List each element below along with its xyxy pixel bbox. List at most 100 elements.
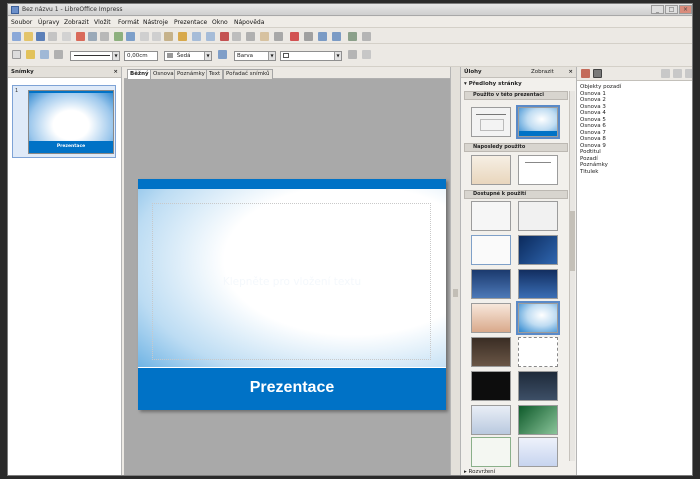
autospellcheck-icon[interactable] — [126, 32, 135, 41]
line-color-dropdown[interactable]: Šedá ▼ — [164, 51, 212, 61]
master-page-available-9[interactable] — [471, 337, 511, 367]
master-page-available-10[interactable] — [518, 337, 558, 367]
help-icon[interactable] — [348, 32, 357, 41]
master-page-available-15[interactable] — [471, 437, 511, 467]
toolbar-options-icon[interactable] — [362, 50, 371, 59]
navigator-item[interactable]: Objekty pozadí — [580, 84, 621, 91]
master-page-available-14[interactable] — [518, 405, 558, 435]
tasks-view-menu[interactable]: Zobrazit — [531, 69, 554, 75]
display-grid-icon[interactable] — [246, 32, 255, 41]
navigator-item[interactable]: Titulek — [580, 169, 621, 176]
master-page-available-6[interactable] — [518, 269, 558, 299]
previous-slide-icon[interactable] — [673, 69, 682, 78]
master-page-available-4[interactable] — [518, 235, 558, 265]
scroll-thumb[interactable] — [453, 289, 458, 297]
slide-layout-icon[interactable] — [318, 32, 327, 41]
select-icon[interactable] — [12, 50, 21, 59]
master-page-default[interactable] — [471, 107, 511, 137]
slide-design-icon[interactable] — [332, 32, 341, 41]
redo-icon[interactable] — [206, 32, 215, 41]
menu-insert[interactable]: Vložit — [94, 19, 111, 26]
tab-normal[interactable]: Běžný — [127, 69, 152, 79]
print-preview-icon[interactable] — [100, 32, 109, 41]
minimize-button[interactable]: _ — [651, 5, 664, 14]
first-slide-icon[interactable] — [661, 69, 670, 78]
slideshow-icon[interactable] — [290, 32, 299, 41]
cut-icon[interactable] — [140, 32, 149, 41]
close-slides-pane-button[interactable]: × — [113, 69, 118, 75]
master-page-available-13[interactable] — [471, 405, 511, 435]
master-page-available-11[interactable] — [471, 371, 511, 401]
shadow-icon[interactable] — [348, 50, 357, 59]
menu-slideshow[interactable]: Prezentace — [174, 19, 207, 26]
fill-type-dropdown[interactable]: Barva ▼ — [234, 51, 276, 61]
open-folder-icon[interactable] — [24, 32, 33, 41]
menu-file[interactable]: Soubor — [11, 19, 32, 26]
available-section-header[interactable]: Dostupné k použití — [464, 190, 568, 199]
spellcheck-icon[interactable] — [114, 32, 123, 41]
close-tasks-pane-button[interactable]: × — [568, 69, 573, 75]
master-page-available-8[interactable] — [516, 301, 560, 335]
tab-outline[interactable]: Osnova — [150, 69, 177, 79]
master-page-available-12[interactable] — [518, 371, 558, 401]
line-color-value: Šedá — [176, 53, 191, 59]
master-page-recent-1[interactable] — [471, 155, 511, 185]
slides-pane: Snímky × 1 Prezentace — [8, 67, 122, 475]
next-slide-icon[interactable] — [685, 69, 692, 78]
styles-icon[interactable] — [26, 50, 35, 59]
new-document-icon[interactable] — [12, 32, 21, 41]
save-icon[interactable] — [36, 32, 45, 41]
close-window-button[interactable]: × — [679, 5, 692, 14]
master-page-recent-2[interactable] — [518, 155, 558, 185]
print-icon[interactable] — [88, 32, 97, 41]
tasks-pane-scrollbar[interactable] — [569, 91, 575, 461]
slide-icon[interactable] — [304, 32, 313, 41]
editor-vertical-scrollbar[interactable] — [450, 67, 460, 475]
menu-view[interactable]: Zobrazit — [64, 19, 89, 26]
undo-icon[interactable] — [192, 32, 201, 41]
toolbar-options-icon[interactable] — [362, 32, 371, 41]
master-page-available-16[interactable] — [518, 437, 558, 467]
navigator-shapes-icon[interactable] — [593, 69, 602, 78]
master-page-available-3[interactable] — [471, 235, 511, 265]
slide-thumbnail-1[interactable]: 1 Prezentace — [12, 85, 116, 158]
slide-title[interactable]: Prezentace — [138, 368, 446, 410]
chart-icon[interactable] — [220, 32, 229, 41]
email-icon[interactable] — [48, 32, 57, 41]
tab-slide-sorter[interactable]: Pořadač snímků — [223, 69, 273, 79]
master-page-available-7[interactable] — [471, 303, 511, 333]
navigator-drag-icon[interactable] — [581, 69, 590, 78]
export-pdf-icon[interactable] — [76, 32, 85, 41]
table-icon[interactable] — [232, 32, 241, 41]
layouts-section-header[interactable]: ▸ Rozvržení — [464, 469, 495, 475]
used-section-header[interactable]: Použito v této prezentaci — [464, 91, 568, 100]
menu-help[interactable]: Nápověda — [234, 19, 264, 26]
menu-format[interactable]: Formát — [118, 19, 139, 26]
line-icon[interactable] — [40, 50, 49, 59]
master-page-available-1[interactable] — [471, 201, 511, 231]
navigator-icon[interactable] — [260, 32, 269, 41]
tasks-scroll-thumb[interactable] — [570, 211, 575, 271]
clone-format-icon[interactable] — [178, 32, 187, 41]
tab-handout[interactable]: Text — [206, 69, 224, 79]
edit-file-icon[interactable] — [62, 32, 71, 41]
master-page-used-blue[interactable] — [516, 105, 560, 139]
maximize-button[interactable]: □ — [665, 5, 678, 14]
menu-tools[interactable]: Nástroje — [143, 19, 168, 26]
line-ends-icon[interactable] — [54, 50, 63, 59]
recent-section-header[interactable]: Naposledy použito — [464, 143, 568, 152]
menu-window[interactable]: Okno — [212, 19, 228, 26]
line-style-dropdown[interactable]: ▼ — [70, 51, 120, 61]
master-page-available-5[interactable] — [471, 269, 511, 299]
fill-color-dropdown[interactable]: ▼ — [280, 51, 342, 61]
menu-edit[interactable]: Úpravy — [38, 19, 59, 26]
tab-notes[interactable]: Poznámky — [174, 69, 208, 79]
zoom-icon[interactable] — [274, 32, 283, 41]
copy-icon[interactable] — [152, 32, 161, 41]
line-width-field[interactable]: 0,00cm — [124, 51, 158, 61]
area-icon[interactable] — [218, 50, 227, 59]
master-pages-heading[interactable]: ▾ Předlohy stránky — [464, 81, 522, 87]
slide-canvas[interactable]: Klepněte pro vložení textu Prezentace — [138, 179, 446, 410]
master-page-available-2[interactable] — [518, 201, 558, 231]
paste-icon[interactable] — [164, 32, 173, 41]
